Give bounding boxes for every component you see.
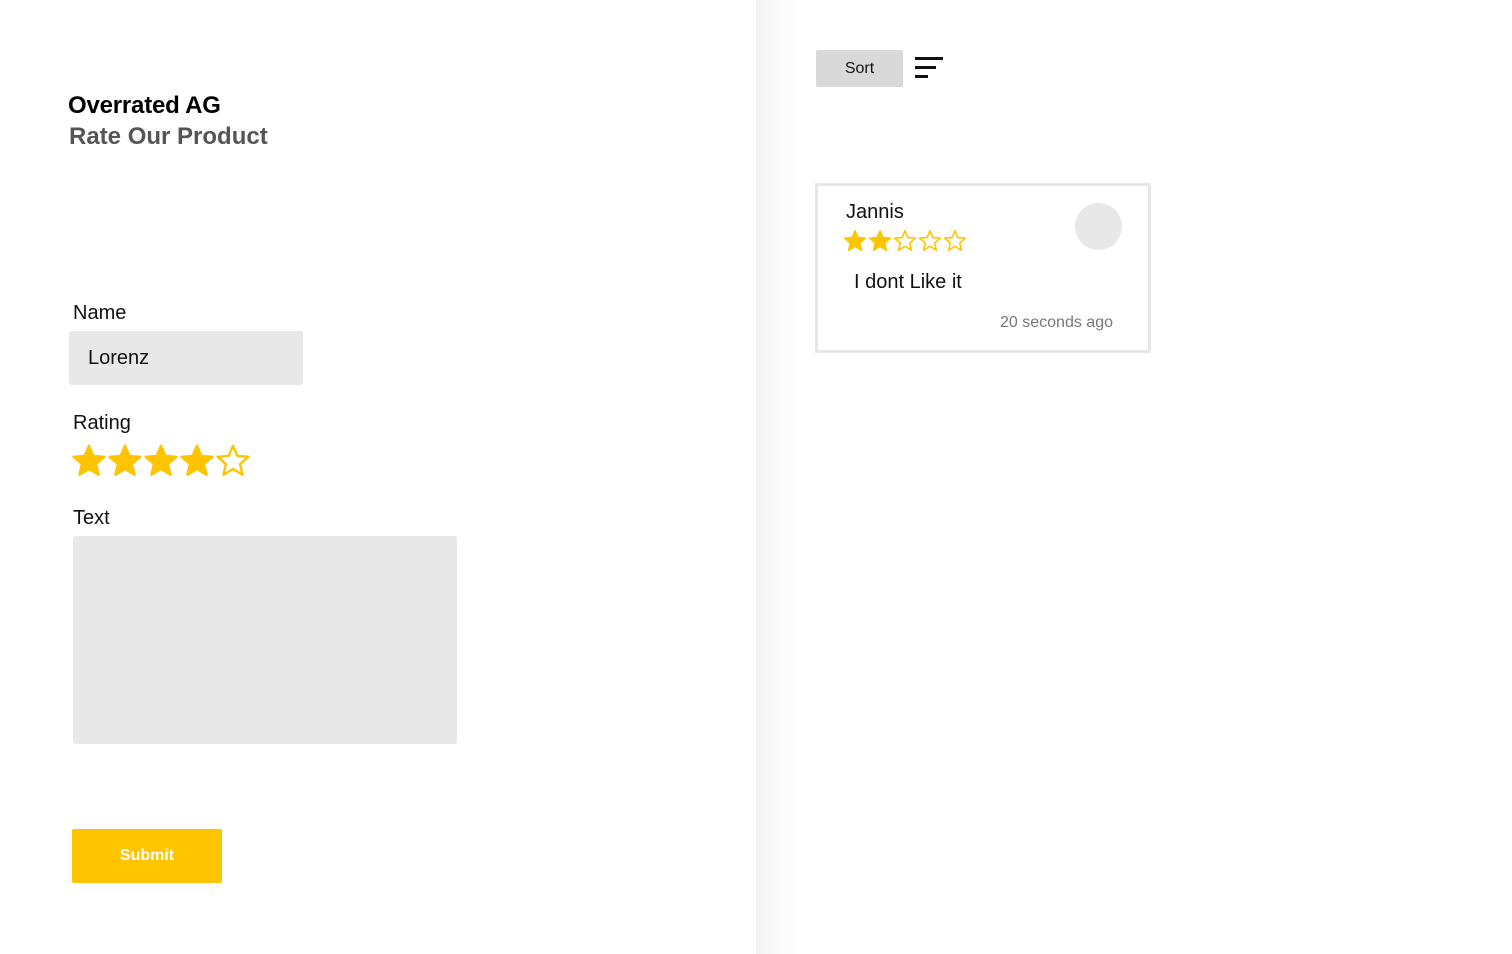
review-card: Jannis I dont Like it 20 seconds ago [815, 183, 1151, 353]
name-input[interactable] [69, 331, 303, 385]
rating-label: Rating [73, 412, 131, 434]
review-rating [843, 229, 967, 253]
name-label: Name [73, 302, 127, 324]
star-filled-icon [843, 230, 867, 251]
text-label: Text [73, 507, 110, 529]
star-filled-icon [868, 230, 892, 251]
star-filled-icon[interactable] [143, 443, 179, 479]
star-empty-icon [918, 230, 942, 251]
rating-stars-input[interactable] [71, 443, 251, 479]
brand-title: Overrated AG [68, 92, 221, 119]
review-form-panel: Overrated AG Rate Our Product Name Ratin… [0, 0, 756, 954]
star-empty-icon [943, 230, 967, 251]
sort-button[interactable]: Sort [816, 50, 903, 87]
submit-button[interactable]: Submit [72, 829, 222, 883]
star-empty-icon[interactable] [215, 443, 251, 479]
review-author: Jannis [846, 201, 904, 223]
review-text: I dont Like it [854, 271, 962, 293]
review-timestamp: 20 seconds ago [1000, 314, 1113, 331]
review-text-field[interactable] [73, 536, 457, 744]
star-filled-icon[interactable] [107, 443, 143, 479]
star-filled-icon[interactable] [71, 443, 107, 479]
star-filled-icon[interactable] [179, 443, 215, 479]
avatar [1075, 203, 1122, 250]
page-subtitle: Rate Our Product [69, 123, 268, 150]
sort-lines-icon[interactable] [914, 56, 944, 80]
star-empty-icon [893, 230, 917, 251]
reviews-panel [756, 0, 1512, 954]
